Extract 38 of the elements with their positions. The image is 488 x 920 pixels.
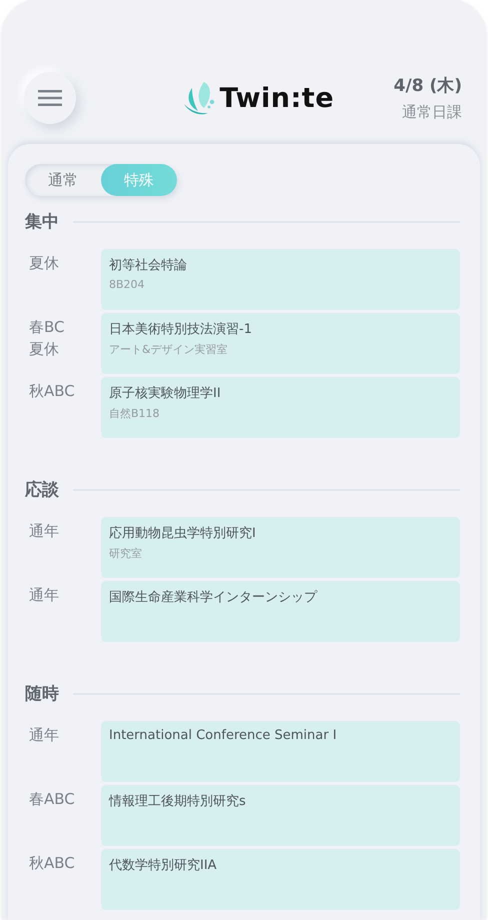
course-card[interactable]: 情報理工後期特別研究s <box>101 785 460 846</box>
period-label: 通年 <box>29 725 60 746</box>
course-card[interactable]: 日本美術特別技法演習-1 アート&デザイン実習室 <box>101 313 460 374</box>
course-room: 研究室 <box>109 546 143 561</box>
course-card[interactable]: 代数学特別研究IIA <box>101 849 460 910</box>
period-label: 夏休 <box>29 339 60 360</box>
course-card[interactable]: 初等社会特論 8B204 <box>101 249 460 310</box>
course-name: 情報理工後期特別研究s <box>109 793 247 810</box>
course-name: 日本美術特別技法演習-1 <box>109 321 253 338</box>
app-logo-text: Twin:te <box>220 82 334 114</box>
leaf-logo-icon <box>182 80 216 116</box>
period-label: 春BC <box>29 317 66 338</box>
course-card[interactable]: 国際生命産業科学インターンシップ <box>101 581 460 642</box>
course-name: 原子核実験物理学II <box>109 385 222 402</box>
course-card[interactable]: 応用動物昆虫学特別研究I 研究室 <box>101 517 460 578</box>
period-label: 秋ABC <box>29 853 76 874</box>
course-name: 代数学特別研究IIA <box>109 857 218 874</box>
course-name: International Conference Seminar I <box>109 728 338 743</box>
course-name: 初等社会特論 <box>109 257 188 274</box>
period-label: 通年 <box>29 521 60 542</box>
section-title: 集中 <box>25 211 59 233</box>
period-label: 通年 <box>29 585 60 606</box>
course-card[interactable]: International Conference Seminar I <box>101 721 460 782</box>
course-name: 応用動物昆虫学特別研究I <box>109 525 257 542</box>
period-label: 夏休 <box>29 253 60 274</box>
course-room: 8B204 <box>109 278 146 291</box>
course-name: 国際生命産業科学インターンシップ <box>109 589 318 606</box>
period-label: 秋ABC <box>29 381 76 402</box>
course-room: 自然B118 <box>109 406 161 421</box>
menu-icon <box>38 90 62 106</box>
course-room: アート&デザイン実習室 <box>109 342 229 357</box>
period-label: 春ABC <box>29 789 76 810</box>
date-text: 4/8 (木) <box>394 75 462 97</box>
section-title: 応談 <box>25 479 59 501</box>
section-title: 随時 <box>25 683 59 705</box>
course-card[interactable]: 原子核実験物理学II 自然B118 <box>101 377 460 438</box>
schedule-type-text: 通常日課 <box>402 103 462 122</box>
mode-tab[interactable]: 通常 <box>25 164 101 196</box>
